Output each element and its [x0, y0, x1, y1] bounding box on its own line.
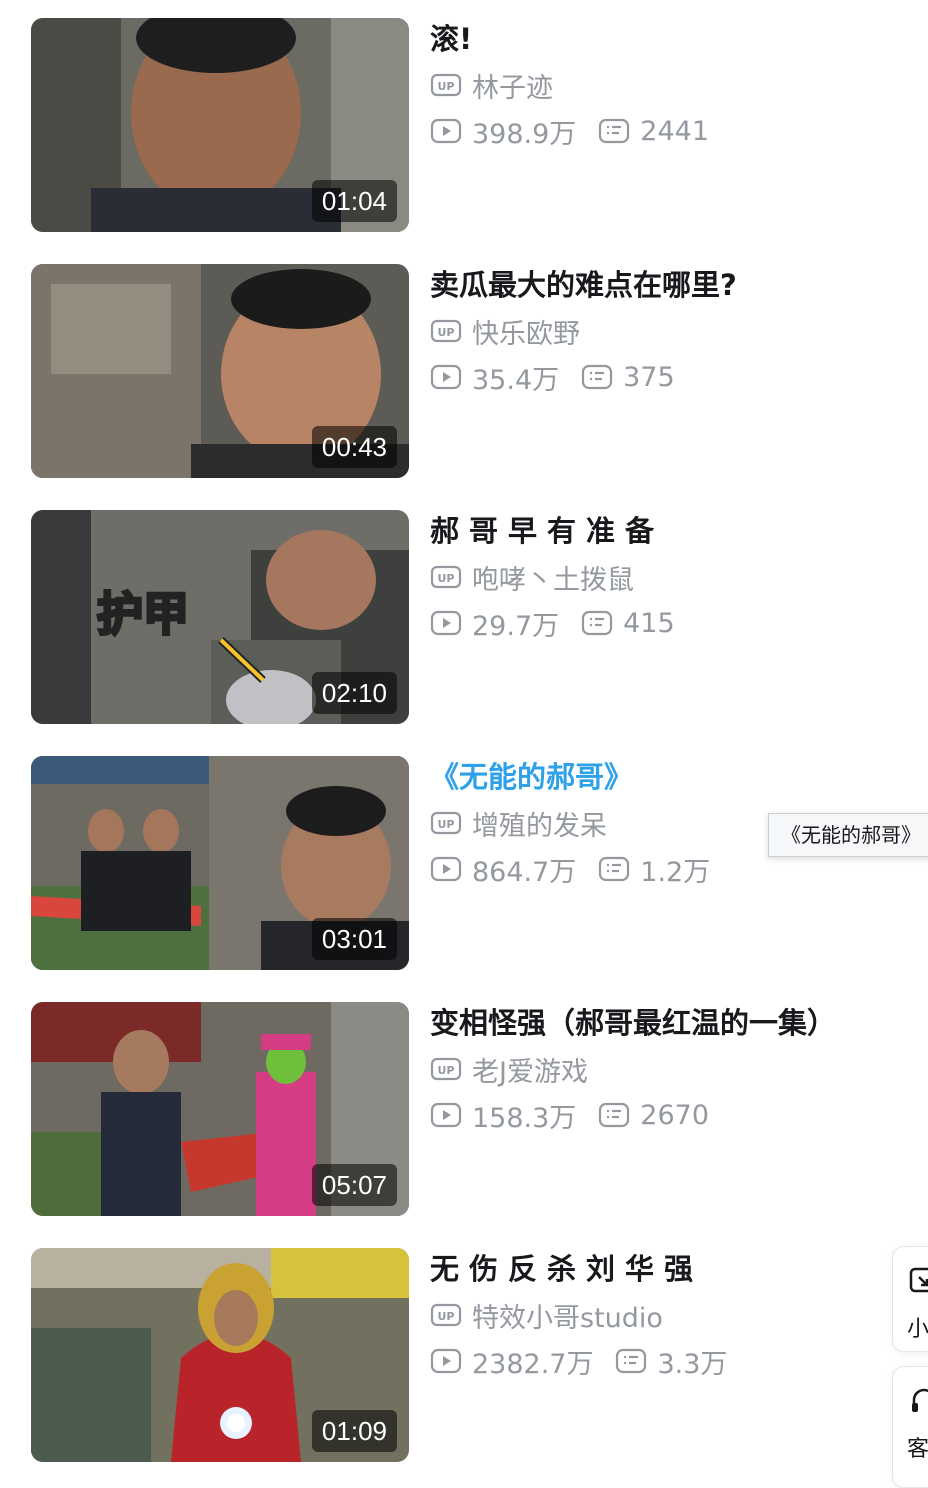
play-count-icon	[430, 856, 462, 882]
danmaku-count: 2441	[640, 115, 710, 147]
duration-badge: 01:09	[311, 1410, 397, 1452]
danmaku-count: 3.3万	[657, 1348, 728, 1380]
video-thumbnail[interactable]: 00:43	[31, 264, 409, 478]
video-info: 郝哥早有准备 UP 咆哮丶土拨鼠 29.7万 415	[430, 510, 860, 646]
danmaku-count: 1.2万	[640, 856, 711, 888]
svg-text:UP: UP	[438, 80, 455, 93]
stats-row: 29.7万 415	[430, 600, 860, 646]
danmaku-count: 2670	[640, 1099, 710, 1131]
view-count: 158.3万	[472, 1102, 577, 1134]
video-title[interactable]: 《无能的郝哥》	[430, 758, 860, 796]
uploader-row: UP 快乐欧野	[430, 308, 860, 354]
stats-row: 398.9万 2441	[430, 108, 860, 154]
video-card[interactable]: 01:09 无伤反杀刘华强 UP 特效小哥studio 2382.7万 3.3万	[31, 1248, 861, 1462]
video-title[interactable]: 无伤反杀刘华强	[430, 1250, 860, 1288]
uploader-row: UP 林子迹	[430, 62, 860, 108]
danmaku-icon	[599, 856, 630, 882]
view-count: 29.7万	[472, 610, 560, 642]
up-icon: UP	[430, 565, 462, 589]
view-count: 398.9万	[472, 118, 577, 150]
uploader-row: UP 特效小哥studio	[430, 1292, 860, 1338]
stats-row: 2382.7万 3.3万	[430, 1338, 860, 1384]
video-title[interactable]: 郝哥早有准备	[430, 512, 860, 550]
up-icon: UP	[430, 319, 462, 343]
video-card[interactable]: 00:43 卖瓜最大的难点在哪里? UP 快乐欧野 35.4万 375	[31, 264, 861, 478]
up-icon: UP	[430, 73, 462, 97]
view-count: 864.7万	[472, 856, 577, 888]
video-title[interactable]: 滚!	[430, 20, 860, 58]
video-info: 变相怪强（郝哥最红温的一集） UP 老J爱游戏 158.3万 2670	[430, 1002, 860, 1138]
side-button-label: 小	[907, 1317, 928, 1342]
mini-window-button[interactable]: 小	[892, 1246, 928, 1352]
play-count-icon	[430, 364, 462, 390]
stats-row: 158.3万 2670	[430, 1092, 860, 1138]
video-info: 滚! UP 林子迹 398.9万 2441	[430, 18, 860, 154]
danmaku-icon	[582, 364, 613, 390]
danmaku-count: 415	[623, 607, 675, 639]
uploader-name[interactable]: 林子迹	[472, 66, 553, 105]
danmaku-icon	[582, 610, 613, 636]
video-thumbnail[interactable]: 护甲 02:10	[31, 510, 409, 724]
uploader-row: UP 老J爱游戏	[430, 1046, 860, 1092]
video-info: 无伤反杀刘华强 UP 特效小哥studio 2382.7万 3.3万	[430, 1248, 860, 1384]
stats-row: 35.4万 375	[430, 354, 860, 400]
duration-badge: 02:10	[311, 672, 397, 714]
up-icon: UP	[430, 1057, 462, 1081]
mini-window-icon	[909, 1267, 928, 1293]
up-icon: UP	[430, 1303, 462, 1327]
uploader-name[interactable]: 特效小哥studio	[472, 1296, 663, 1335]
video-card[interactable]: 03:01 《无能的郝哥》 UP 增殖的发呆 864.7万 1.2万	[31, 756, 861, 970]
video-thumbnail[interactable]: 05:07	[31, 1002, 409, 1216]
video-title[interactable]: 变相怪强（郝哥最红温的一集）	[430, 1004, 860, 1042]
uploader-name[interactable]: 增殖的发呆	[472, 804, 607, 843]
play-count-icon	[430, 118, 462, 144]
video-title[interactable]: 卖瓜最大的难点在哪里?	[430, 266, 860, 304]
danmaku-count: 375	[623, 361, 675, 393]
video-card[interactable]: 05:07 变相怪强（郝哥最红温的一集） UP 老J爱游戏 158.3万 267…	[31, 1002, 861, 1216]
svg-text:UP: UP	[438, 572, 455, 585]
view-count: 2382.7万	[472, 1348, 594, 1380]
svg-text:UP: UP	[438, 1064, 455, 1077]
video-info: 卖瓜最大的难点在哪里? UP 快乐欧野 35.4万 375	[430, 264, 860, 400]
danmaku-icon	[599, 118, 630, 144]
play-count-icon	[430, 1348, 462, 1374]
video-card[interactable]: 护甲 02:10 郝哥早有准备 UP 咆哮丶土拨鼠 29.7万 415	[31, 510, 861, 724]
play-count-icon	[430, 610, 462, 636]
up-icon: UP	[430, 811, 462, 835]
uploader-row: UP 咆哮丶土拨鼠	[430, 554, 860, 600]
duration-badge: 00:43	[311, 426, 397, 468]
video-card[interactable]: 01:04 滚! UP 林子迹 398.9万 2441	[31, 18, 861, 232]
headset-icon	[912, 1388, 928, 1412]
svg-text:UP: UP	[438, 1310, 455, 1323]
svg-text:UP: UP	[438, 818, 455, 831]
duration-badge: 05:07	[311, 1164, 397, 1206]
video-thumbnail[interactable]: 01:04	[31, 18, 409, 232]
video-thumbnail[interactable]: 03:01	[31, 756, 409, 970]
customer-service-button[interactable]: 客	[892, 1366, 928, 1488]
duration-badge: 03:01	[311, 918, 397, 960]
svg-text:UP: UP	[438, 326, 455, 339]
side-button-label: 客	[907, 1437, 928, 1462]
svg-text:护甲: 护甲	[97, 587, 189, 641]
video-thumbnail[interactable]: 01:09	[31, 1248, 409, 1462]
uploader-name[interactable]: 快乐欧野	[472, 312, 580, 351]
uploader-name[interactable]: 老J爱游戏	[472, 1050, 588, 1089]
uploader-name[interactable]: 咆哮丶土拨鼠	[472, 558, 634, 597]
danmaku-icon	[599, 1102, 630, 1128]
danmaku-icon	[616, 1348, 647, 1374]
duration-badge: 01:04	[311, 180, 397, 222]
play-count-icon	[430, 1102, 462, 1128]
title-tooltip: 《无能的郝哥》	[768, 813, 928, 857]
view-count: 35.4万	[472, 364, 560, 396]
